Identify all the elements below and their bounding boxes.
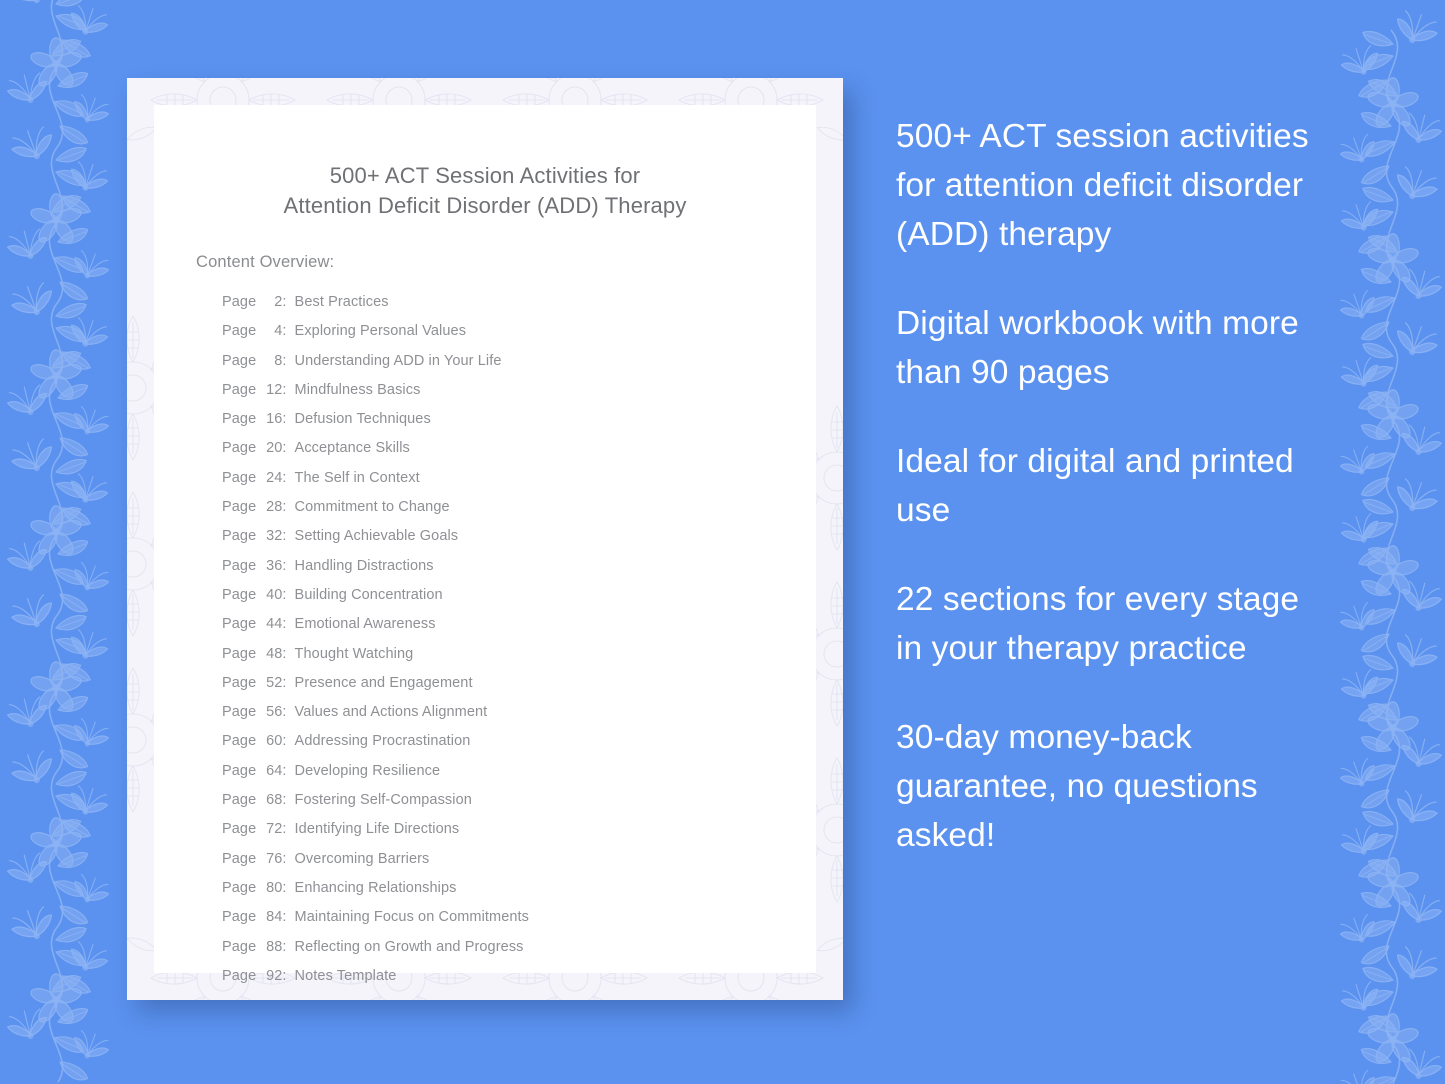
- toc-page-label: Page 72:: [222, 821, 287, 838]
- toc-page-label: Page 52:: [222, 674, 287, 691]
- document-page: 500+ ACT Session Activities for Attentio…: [154, 105, 816, 984]
- toc-page-label: Page 88:: [222, 938, 287, 955]
- toc-row: Page 80: Enhancing Relationships: [222, 874, 816, 903]
- toc-row: Page 24: The Self in Context: [222, 464, 816, 493]
- toc-row: Page 88: Reflecting on Growth and Progre…: [222, 933, 816, 962]
- toc-page-label: Page 28:: [222, 499, 287, 516]
- toc-row: Page 28: Commitment to Change: [222, 493, 816, 522]
- toc-row: Page 76: Overcoming Barriers: [222, 845, 816, 874]
- toc-page-label: Page 4:: [222, 323, 287, 340]
- toc-row: Page 72: Identifying Life Directions: [222, 815, 816, 844]
- toc-row: Page 48: Thought Watching: [222, 640, 816, 669]
- toc-row: Page 20: Acceptance Skills: [222, 434, 816, 463]
- toc-page-label: Page 84:: [222, 909, 287, 926]
- toc-page-label: Page 80:: [222, 879, 287, 896]
- toc-entry-title: Best Practices: [294, 294, 389, 310]
- toc-page-label: Page 24:: [222, 469, 287, 486]
- toc-page-label: Page 40:: [222, 586, 287, 603]
- toc-row: Page 2: Best Practices: [222, 288, 816, 317]
- toc-entry-title: Building Concentration: [294, 586, 443, 603]
- toc-page-label: Page 76:: [222, 850, 287, 867]
- toc-row: Page 44: Emotional Awareness: [222, 610, 816, 639]
- toc-row: Page 32: Setting Achievable Goals: [222, 522, 816, 551]
- toc-page-label: Page 16:: [222, 411, 287, 428]
- promo-item: 30-day money-back guarantee, no question…: [896, 719, 1258, 854]
- toc-entry-title: Mindfulness Basics: [294, 381, 421, 398]
- promo-item: Ideal for digital and printed use: [896, 443, 1294, 529]
- toc-entry-title: Presence and Engagement: [294, 674, 473, 691]
- toc-page-label: Page 44:: [222, 616, 287, 633]
- toc-row: Page 64: Developing Resilience: [222, 757, 816, 786]
- toc-page-label: Page 48:: [222, 645, 287, 662]
- toc-row: Page 92: Notes Template: [222, 962, 816, 991]
- toc-entry-title: The Self in Context: [294, 469, 420, 486]
- content-overview-label: Content Overview:: [196, 253, 335, 271]
- document-preview-card[interactable]: 500+ ACT Session Activities for Attentio…: [127, 78, 843, 1000]
- toc-entry-title: Maintaining Focus on Commitments: [294, 909, 530, 926]
- toc-row: Page 84: Maintaining Focus on Commitment…: [222, 903, 816, 932]
- toc-row: Page 60: Addressing Procrastination: [222, 727, 816, 756]
- toc-page-label: Page 92:: [222, 967, 287, 984]
- toc-entry-title: Values and Actions Alignment: [294, 704, 488, 721]
- toc-entry-title: Addressing Procrastination: [294, 733, 471, 750]
- toc-row: Page 40: Building Concentration: [222, 581, 816, 610]
- toc-entry-title: Commitment to Change: [294, 499, 450, 516]
- toc-row: Page 8: Understanding ADD in Your Life: [222, 347, 816, 376]
- toc-page-label: Page 64:: [222, 762, 287, 779]
- toc-entry-title: Overcoming Barriers: [294, 850, 430, 867]
- toc-page-label: Page 32:: [222, 528, 287, 545]
- toc-page-label: Page 56:: [222, 704, 287, 721]
- toc-page-label: Page 8:: [222, 352, 287, 369]
- toc-page-label: Page 60:: [222, 733, 287, 750]
- toc-entry-title: Emotional Awareness: [294, 616, 436, 633]
- toc-page-label: Page 68:: [222, 792, 287, 809]
- toc-page-label: Page 12:: [222, 381, 287, 398]
- toc-entry-title: Fostering Self-Compassion: [294, 792, 472, 809]
- document-title: 500+ ACT Session Activities for Attentio…: [283, 163, 687, 218]
- toc-entry-title: Enhancing Relationships: [294, 879, 457, 896]
- toc-row: Page 56: Values and Actions Alignment: [222, 698, 816, 727]
- toc-entry-title: Thought Watching: [294, 645, 414, 662]
- toc-entry-title: Identifying Life Directions: [294, 821, 460, 838]
- floral-border-right: [1323, 0, 1445, 1084]
- toc-entry-title: Notes Template: [294, 967, 397, 984]
- table-of-contents-list: Page 2: Best Practices Page 4: Exploring…: [222, 288, 816, 991]
- toc-entry-title: Reflecting on Growth and Progress: [294, 938, 524, 955]
- toc-page-label: Page 20:: [222, 440, 287, 457]
- toc-entry-title: Setting Achievable Goals: [294, 528, 459, 545]
- toc-row: Page 4: Exploring Personal Values: [222, 317, 816, 346]
- toc-page-label: Page 36:: [222, 557, 287, 574]
- toc-row: Page 16: Defusion Techniques: [222, 405, 816, 434]
- promo-item: 500+ ACT session activities for attentio…: [896, 118, 1309, 253]
- promo-feature-list: 500+ ACT session activities for attentio…: [896, 112, 1316, 860]
- promo-item: 22 sections for every stage in your ther…: [896, 581, 1300, 667]
- toc-entry-title: Developing Resilience: [294, 762, 441, 779]
- toc-entry-title: Handling Distractions: [294, 557, 434, 574]
- toc-entry-title: Exploring Personal Values: [294, 323, 467, 340]
- toc-entry-title: Understanding ADD in Your Life: [294, 352, 502, 369]
- toc-row: Page 52: Presence and Engagement: [222, 669, 816, 698]
- toc-page-label: Page 2:: [222, 294, 287, 310]
- toc-row: Page 12: Mindfulness Basics: [222, 376, 816, 405]
- promo-item: Digital workbook with more than 90 pages: [896, 305, 1299, 391]
- toc-row: Page 36: Handling Distractions: [222, 552, 816, 581]
- toc-entry-title: Acceptance Skills: [294, 440, 410, 457]
- toc-entry-title: Defusion Techniques: [294, 411, 431, 428]
- toc-row: Page 68: Fostering Self-Compassion: [222, 786, 816, 815]
- floral-border-left: [0, 0, 126, 1084]
